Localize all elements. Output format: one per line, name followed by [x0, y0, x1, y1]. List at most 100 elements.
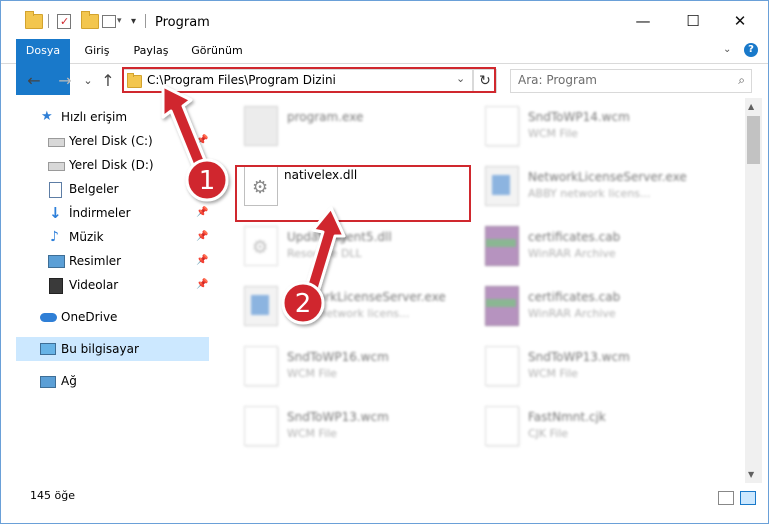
sidebar-item-network[interactable]: Ağ [1, 369, 210, 393]
tab-home[interactable]: Giriş [79, 39, 115, 63]
file-item[interactable]: SndToWP16.wcm WCM File [238, 340, 478, 396]
file-icon [485, 406, 519, 446]
download-icon: ↓ [49, 204, 62, 222]
large-icons-view-icon[interactable] [740, 491, 756, 505]
file-item[interactable]: certificates.cab WinRAR Archive [479, 280, 719, 336]
quick-access-dropdown[interactable]: ▾ [131, 12, 136, 30]
sidebar-item-label: Resimler [69, 254, 122, 268]
sidebar-item-label: İndirmeler [69, 206, 131, 220]
recent-locations-button[interactable]: ⌄ [78, 74, 98, 87]
ribbon-tabs: Dosya Giriş Paylaş Görünüm ⌄ ? [1, 39, 768, 95]
file-item[interactable]: SndToWP14.wcm WCM File [479, 100, 719, 156]
file-type: WCM File [287, 367, 337, 380]
search-icon: ⌕ [738, 73, 745, 87]
star-icon: ★ [41, 109, 53, 124]
navigation-pane: ★ Hızlı erişim Yerel Disk (C:) 📌 Yerel D… [1, 98, 210, 483]
vertical-scrollbar[interactable]: ▲ ▼ [745, 98, 762, 483]
quick-access-toolbar [25, 10, 43, 30]
sidebar-item-label: Videolar [69, 278, 119, 292]
file-name: program.exe [287, 110, 364, 124]
help-icon[interactable]: ? [744, 43, 758, 57]
file-name: SndToWP14.wcm [528, 110, 630, 124]
pin-icon: 📌 [196, 231, 209, 242]
documents-icon [49, 182, 62, 198]
folder-icon [25, 10, 43, 29]
file-icon [485, 106, 519, 146]
pin-icon: 📌 [196, 279, 209, 290]
sidebar-item-quick-access[interactable]: ★ Hızlı erişim [1, 105, 210, 129]
file-name: FastNmnt.cjk [528, 410, 606, 424]
scroll-up-icon[interactable]: ▲ [748, 102, 754, 111]
tab-view[interactable]: Görünüm [188, 39, 246, 63]
search-placeholder: Ara: Program [518, 73, 597, 87]
details-view-icon[interactable] [718, 491, 734, 505]
sidebar-item-downloads[interactable]: ↓ İndirmeler 📌 [1, 201, 210, 225]
file-item[interactable]: NetworkLicenseServer.exe ABBY network li… [479, 160, 719, 216]
status-bar: 145 öğe [1, 485, 768, 507]
separator [48, 14, 49, 28]
computer-icon [40, 343, 56, 355]
exe-icon [244, 286, 278, 326]
search-input[interactable]: Ara: Program ⌕ [510, 69, 752, 93]
forward-button[interactable]: → [55, 71, 75, 90]
sidebar-item-onedrive[interactable]: OneDrive [1, 305, 210, 329]
sidebar-item-label: Belgeler [69, 182, 119, 196]
properties-button[interactable]: ✓ [57, 12, 71, 30]
close-button[interactable]: ✕ [725, 9, 755, 33]
file-item[interactable]: SndToWP13.wcm WCM File [479, 340, 719, 396]
sidebar-item-disk-d[interactable]: Yerel Disk (D:) [1, 153, 210, 177]
pictures-icon [48, 255, 65, 268]
pin-icon: 📌 [196, 255, 209, 266]
file-item[interactable]: SndToWP13.wcm WCM File [238, 400, 478, 456]
sidebar-item-videos[interactable]: Videolar 📌 [1, 273, 210, 297]
customize-toolbar-button[interactable]: ▾ [102, 12, 122, 30]
sidebar-item-label: Müzik [69, 230, 104, 244]
back-button[interactable]: ← [24, 71, 44, 90]
file-name: certificates.cab [528, 290, 621, 304]
sidebar-item-disk-c[interactable]: Yerel Disk (C:) 📌 [1, 129, 210, 153]
file-item[interactable]: certificates.cab WinRAR Archive [479, 220, 719, 276]
sidebar-item-label: Yerel Disk (D:) [69, 158, 154, 172]
file-name: SndToWP13.wcm [528, 350, 630, 364]
title-bar: ✓ ▾ ▾ Program — ☐ ✕ [1, 1, 768, 39]
exe-icon [485, 166, 519, 206]
new-folder-button[interactable] [81, 10, 99, 30]
up-button[interactable]: ↑ [98, 71, 118, 90]
file-item[interactable]: NetworkLicenseServer.exe ABBY network li… [238, 280, 478, 336]
archive-icon [485, 286, 519, 326]
pin-icon: 📌 [196, 135, 209, 146]
scroll-down-icon[interactable]: ▼ [748, 470, 754, 479]
sidebar-item-label: OneDrive [61, 310, 118, 324]
ribbon-expand-icon[interactable]: ⌄ [723, 44, 731, 55]
file-type: Resource DLL [287, 247, 362, 260]
address-highlight-box [122, 67, 496, 93]
tab-share[interactable]: Paylaş [129, 39, 173, 63]
sidebar-item-music[interactable]: ♪ Müzik 📌 [1, 225, 210, 249]
file-highlight-box [235, 165, 471, 222]
videos-icon [49, 278, 63, 294]
network-icon [40, 376, 56, 388]
file-item[interactable]: FastNmnt.cjk CJK File [479, 400, 719, 456]
sidebar-item-documents[interactable]: Belgeler 📌 [1, 177, 210, 201]
dll-icon [244, 226, 278, 266]
music-icon: ♪ [50, 229, 59, 245]
file-icon [485, 346, 519, 386]
file-name: NetworkLicenseServer.exe [287, 290, 446, 304]
list-icon [102, 14, 116, 28]
navigation-bar: ← → ⌄ ↑ C:\Program Files\Program Dizini … [1, 64, 768, 98]
minimize-button[interactable]: — [628, 9, 658, 33]
item-count: 145 öğe [30, 489, 75, 502]
file-type: WCM File [528, 367, 578, 380]
scroll-thumb[interactable] [747, 116, 760, 164]
sidebar-item-this-pc[interactable]: Bu bilgisayar [16, 337, 209, 361]
file-item[interactable]: program.exe [238, 100, 478, 156]
file-item[interactable]: UpdateAgent5.dll Resource DLL [238, 220, 478, 276]
sidebar-item-label: Yerel Disk (C:) [69, 134, 153, 148]
file-type: ABBY network licens... [287, 307, 410, 320]
sidebar-item-pictures[interactable]: Resimler 📌 [1, 249, 210, 273]
explorer-window: ✓ ▾ ▾ Program — ☐ ✕ Dosya Giriş Paylaş G… [0, 0, 769, 524]
file-icon [244, 346, 278, 386]
pin-icon: 📌 [196, 207, 209, 218]
maximize-button[interactable]: ☐ [678, 9, 708, 33]
dropdown-icon: ▾ [117, 16, 122, 26]
